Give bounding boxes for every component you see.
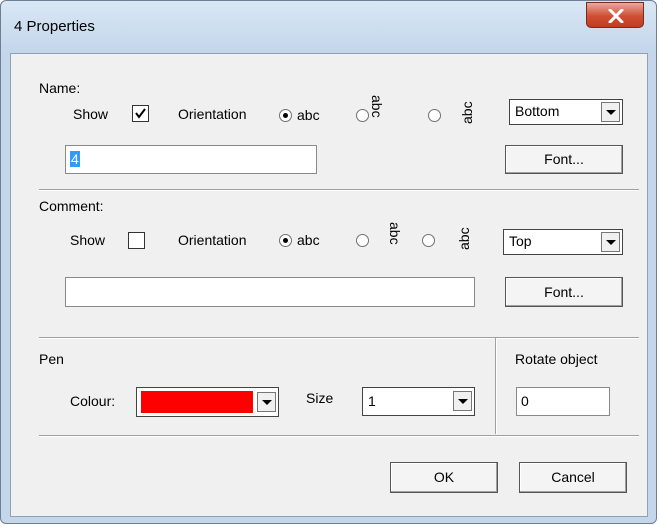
divider (39, 189, 639, 191)
comment-orientation-label: Orientation (178, 232, 247, 248)
pen-heading: Pen (39, 351, 64, 367)
ok-button[interactable]: OK (390, 462, 498, 493)
title-bar[interactable]: 4 Properties (1, 1, 656, 53)
comment-orientation-horizontal-label: abc (297, 232, 320, 248)
checkmark-icon (135, 108, 146, 119)
close-x-icon (608, 9, 624, 23)
size-label: Size (306, 390, 334, 406)
comment-position-value: Top (509, 233, 532, 249)
name-orientation-up-label: abc (459, 101, 475, 124)
name-orientation-horizontal-label: abc (297, 107, 320, 123)
name-orientation-radio-down[interactable] (356, 109, 369, 122)
comment-heading: Comment: (39, 198, 104, 214)
chevron-down-icon[interactable] (601, 232, 620, 252)
name-show-checkbox[interactable] (132, 105, 149, 122)
name-font-button[interactable]: Font... (505, 145, 623, 174)
comment-orientation-radio-up[interactable] (422, 234, 435, 247)
name-orientation-radio-up[interactable] (428, 109, 441, 122)
window-title: 4 Properties (14, 18, 95, 35)
dialog-client-area: Name: Show Orientation abc abc abc Botto… (10, 53, 648, 517)
cancel-button[interactable]: Cancel (519, 462, 627, 493)
chevron-down-icon[interactable] (257, 392, 276, 412)
name-show-label: Show (73, 106, 109, 122)
size-select[interactable]: 1 (362, 387, 475, 416)
divider (39, 435, 639, 437)
name-text-value: 4 (70, 151, 80, 167)
rotate-heading: Rotate object (515, 351, 598, 367)
rotate-value: 0 (521, 393, 529, 409)
properties-dialog: 4 Properties Name: Show Orientation abc … (0, 0, 657, 524)
chevron-down-icon[interactable] (453, 391, 472, 411)
comment-orientation-radio-down[interactable] (356, 234, 369, 247)
comment-text-input[interactable] (65, 277, 475, 307)
name-position-select[interactable]: Bottom (509, 99, 623, 125)
name-orientation-radio-horizontal[interactable] (279, 109, 292, 122)
comment-position-select[interactable]: Top (503, 229, 623, 255)
comment-font-button[interactable]: Font... (505, 277, 623, 307)
name-orientation-label: Orientation (178, 106, 247, 122)
size-value: 1 (368, 393, 376, 409)
rotate-input[interactable]: 0 (516, 387, 610, 416)
name-heading: Name: (39, 80, 81, 96)
comment-orientation-radio-horizontal[interactable] (279, 234, 292, 247)
divider-vertical (495, 338, 497, 434)
name-text-input[interactable]: 4 (65, 145, 317, 174)
close-button[interactable] (586, 2, 644, 28)
colour-select[interactable] (136, 387, 279, 417)
comment-show-label: Show (70, 232, 106, 248)
name-orientation-down-label: abc (369, 95, 385, 118)
comment-orientation-down-label: abc (387, 222, 403, 245)
name-position-value: Bottom (515, 103, 560, 119)
comment-orientation-up-label: abc (456, 227, 472, 250)
divider (39, 337, 639, 339)
comment-show-checkbox[interactable] (128, 232, 145, 249)
colour-label: Colour: (70, 393, 116, 409)
colour-swatch (141, 391, 253, 413)
chevron-down-icon[interactable] (601, 102, 620, 122)
